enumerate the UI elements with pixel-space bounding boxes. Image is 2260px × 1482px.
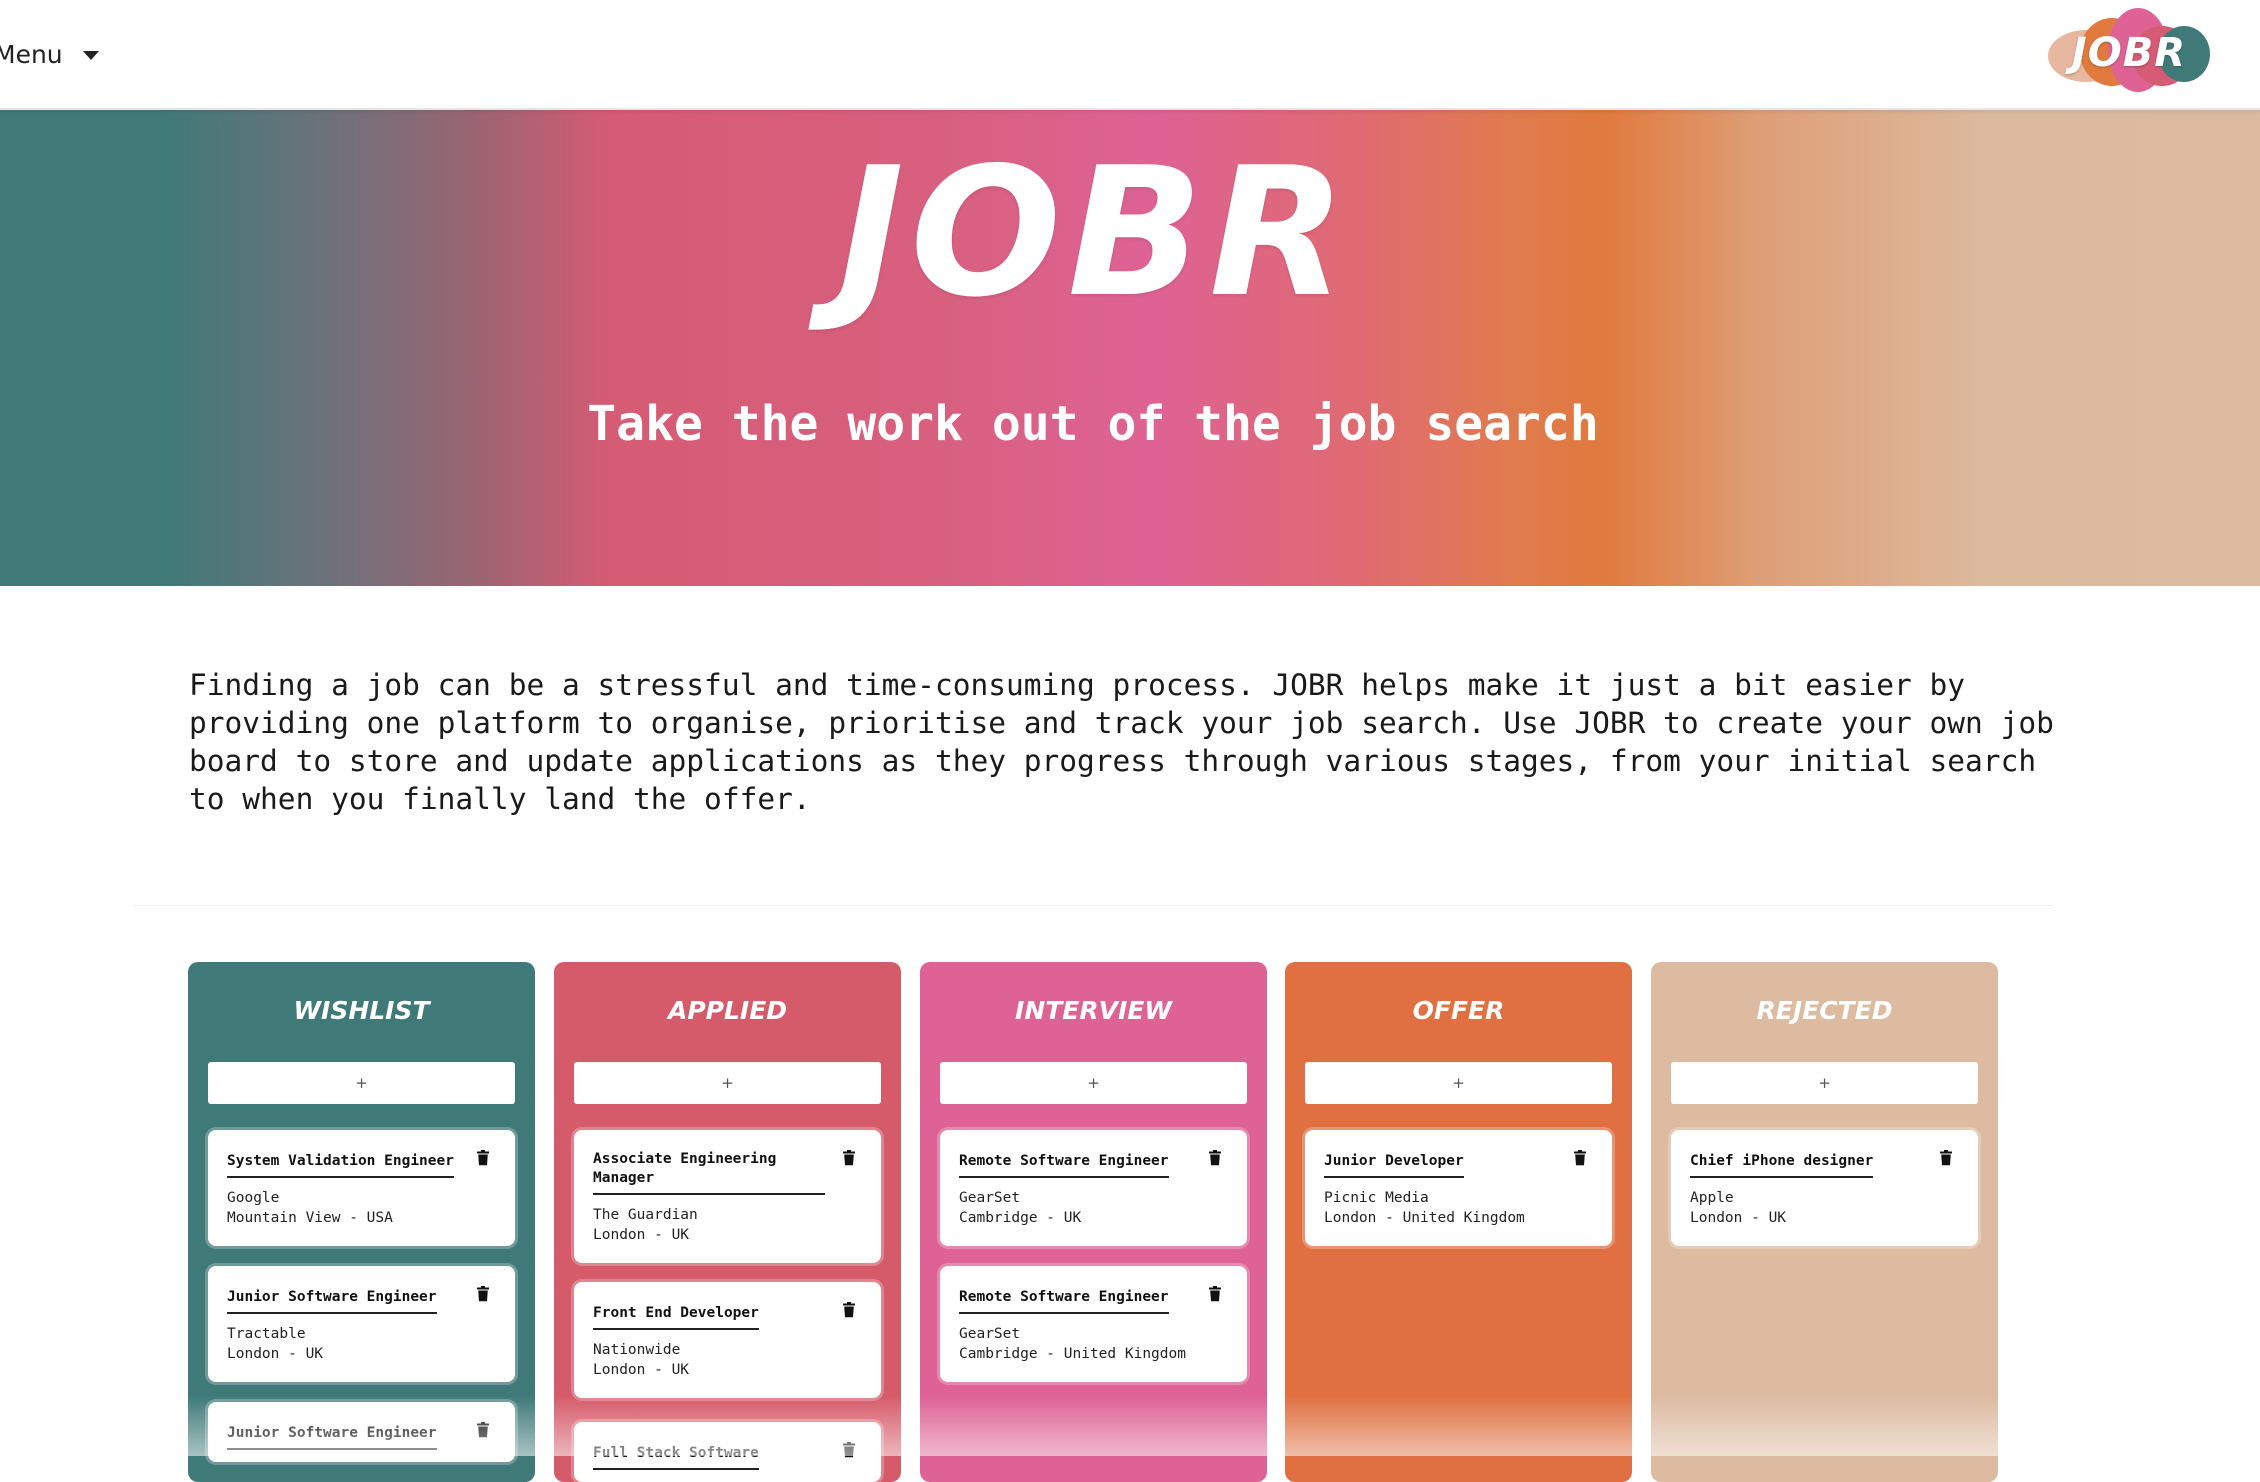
job-location: London - UK (593, 1227, 690, 1243)
add-job-button[interactable]: + (1305, 1062, 1612, 1104)
trash-icon[interactable] (842, 1302, 856, 1318)
job-title: Junior Software Engineer (227, 1288, 437, 1314)
job-title: Front End Developer (593, 1304, 759, 1330)
add-job-button[interactable]: + (208, 1062, 515, 1104)
column-offer: OFFER + Junior Developer Picnic Media London… (1285, 962, 1632, 1482)
job-location: London - UK (593, 1362, 690, 1378)
job-title: Full Stack Software (593, 1444, 759, 1470)
column-title: APPLIED (667, 996, 788, 1025)
column-applied: APPLIED + Associate Engineering Manager The… (554, 962, 901, 1482)
job-title: Associate Engineering Manager (593, 1150, 825, 1195)
caret-down-icon (82, 50, 99, 60)
add-job-button[interactable]: + (574, 1062, 881, 1104)
trash-icon[interactable] (476, 1150, 490, 1166)
job-card[interactable]: Full Stack Software (574, 1422, 881, 1482)
job-card[interactable]: Chief iPhone designer Apple London - UK (1671, 1130, 1978, 1246)
job-card[interactable]: Remote Software Engineer GearSet Cambridge… (940, 1130, 1247, 1246)
logo-text: JOBR (2071, 30, 2187, 76)
trash-icon[interactable] (476, 1286, 490, 1302)
job-title: Chief iPhone designer (1690, 1152, 1874, 1178)
add-job-button[interactable]: + (1671, 1062, 1978, 1104)
job-location: London - UK (227, 1346, 324, 1362)
column-wishlist: WISHLIST + System Validation Engineer Googl… (188, 962, 535, 1482)
trash-icon[interactable] (476, 1422, 490, 1438)
trash-icon[interactable] (842, 1150, 856, 1166)
job-title: Junior Developer (1324, 1152, 1464, 1178)
company-name: Tractable (227, 1326, 306, 1342)
hero-tagline: Take the work out of the job search (587, 396, 1599, 452)
job-card[interactable]: Remote Software Engineer GearSet Cambridge… (940, 1266, 1247, 1382)
company-name: GearSet (959, 1326, 1021, 1342)
job-card[interactable]: Junior Software Engineer Tractable London … (208, 1266, 515, 1382)
column-title: INTERVIEW (1015, 996, 1172, 1025)
job-location: Cambridge - United Kingdom (959, 1346, 1186, 1362)
job-card[interactable]: System Validation Engineer Google Mountain… (208, 1130, 515, 1246)
intro-paragraph: Finding a job can be a stressful and tim… (189, 668, 2054, 816)
job-location: Mountain View - USA (227, 1210, 393, 1226)
company-name: GearSet (959, 1190, 1021, 1206)
column-rejected: REJECTED + Chief iPhone designer Apple Londo… (1651, 962, 1998, 1482)
job-location: Cambridge - UK (959, 1210, 1082, 1226)
job-location: London - United Kingdom (1324, 1210, 1525, 1226)
trash-icon[interactable] (1208, 1150, 1222, 1166)
logo[interactable]: JOBR (2046, 6, 2212, 100)
company-name: Google (227, 1190, 280, 1206)
add-job-button[interactable]: + (940, 1062, 1247, 1104)
column-title: OFFER (1412, 996, 1505, 1025)
job-card[interactable]: Junior Software Engineer (208, 1402, 515, 1462)
job-card[interactable]: Front End Developer Nationwide London - UK (574, 1282, 881, 1398)
job-title: Remote Software Engineer (959, 1288, 1169, 1314)
job-title: System Validation Engineer (227, 1152, 454, 1178)
hero-title: JOBR (837, 129, 1353, 336)
company-name: The Guardian (593, 1207, 698, 1223)
column-title: REJECTED (1756, 996, 1893, 1025)
job-location: London - UK (1690, 1210, 1787, 1226)
trash-icon[interactable] (1573, 1150, 1587, 1166)
trash-icon[interactable] (1939, 1150, 1953, 1166)
company-name: Nationwide (593, 1342, 681, 1358)
column-interview: INTERVIEW + Remote Software Engineer GearSe… (920, 962, 1267, 1482)
hero-banner: JOBR Take the work out of the job search (0, 110, 2260, 586)
trash-icon[interactable] (1208, 1286, 1222, 1302)
column-title: WISHLIST (293, 996, 430, 1025)
section-divider (133, 905, 2053, 906)
menu-label: Menu (0, 39, 63, 69)
menu-dropdown[interactable]: Menu (0, 36, 99, 72)
job-card[interactable]: Junior Developer Picnic Media London - Uni… (1305, 1130, 1612, 1246)
company-name: Picnic Media (1324, 1190, 1429, 1206)
job-board: WISHLIST + System Validation Engineer Googl… (188, 962, 1998, 1482)
job-title: Junior Software Engineer (227, 1424, 437, 1450)
job-card[interactable]: Associate Engineering Manager The Guardia… (574, 1130, 881, 1263)
company-name: Apple (1690, 1190, 1734, 1206)
job-title: Remote Software Engineer (959, 1152, 1169, 1178)
top-navbar: Menu JOBR (0, 0, 2260, 110)
